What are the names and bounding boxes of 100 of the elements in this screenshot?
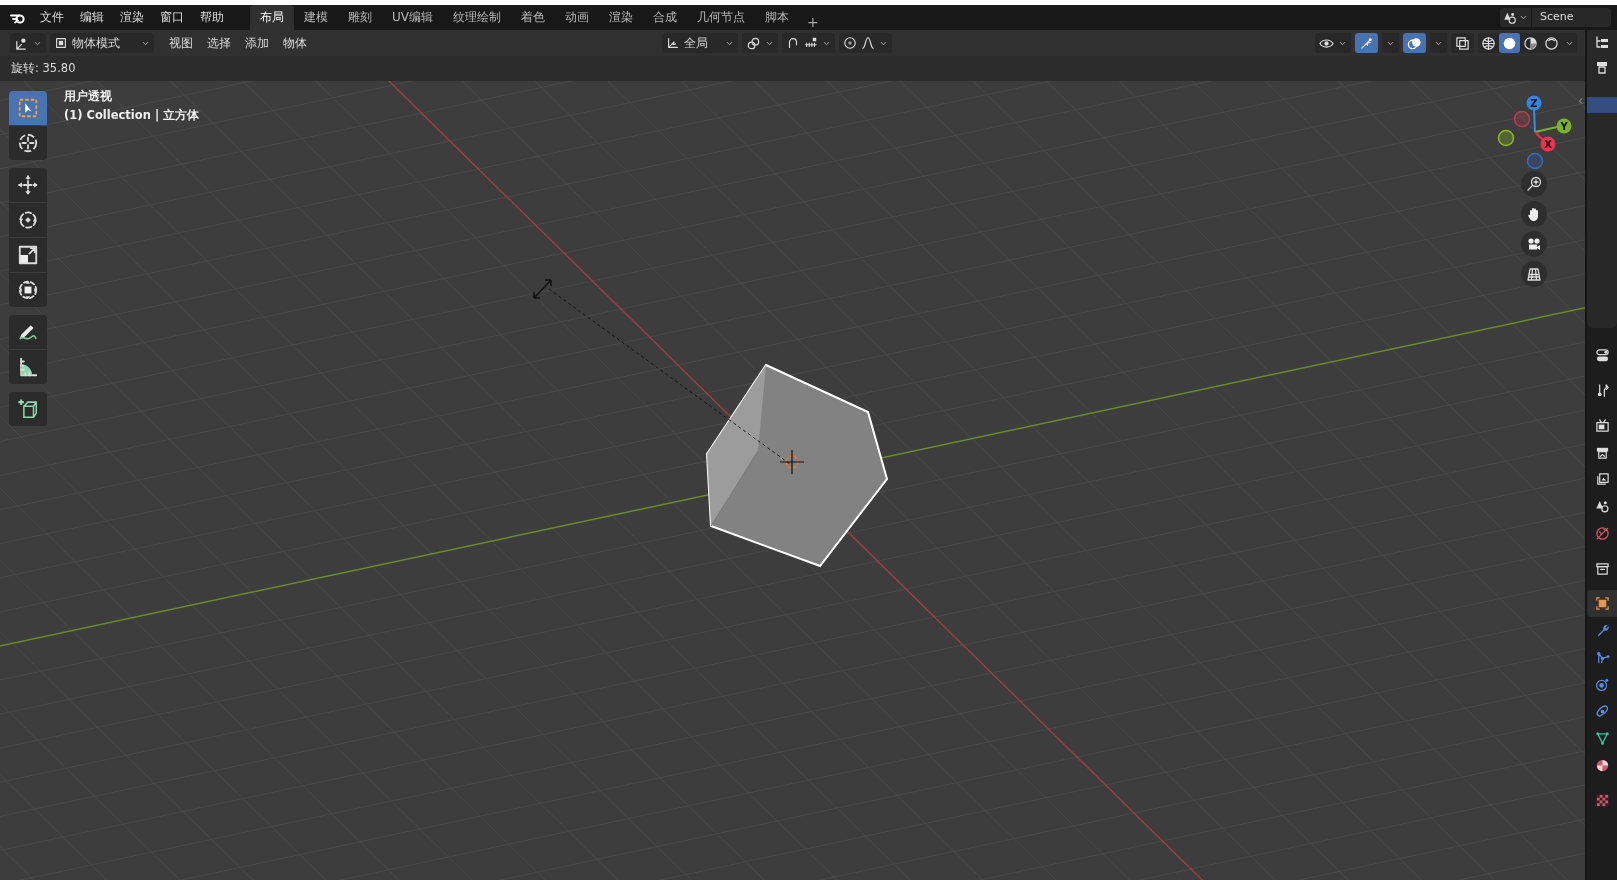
last-operator-panel[interactable]: 旋转: 35.80 xyxy=(0,56,1585,81)
properties-tab[interactable] xyxy=(1587,590,1617,617)
workspace-tab[interactable]: 动画 xyxy=(555,5,599,30)
rendered-shading-icon xyxy=(1544,35,1559,51)
orientation-axes-icon xyxy=(666,36,680,50)
scene-selector-button[interactable] xyxy=(1500,8,1531,27)
tool-button[interactable] xyxy=(9,315,47,349)
camera-view-button[interactable] xyxy=(1521,231,1547,257)
tool-button[interactable] xyxy=(9,168,47,202)
menu-item[interactable]: 选择 xyxy=(200,34,238,52)
cube-mesh[interactable] xyxy=(706,363,889,568)
zoom-button[interactable] xyxy=(1521,171,1547,197)
snap-increment-icon xyxy=(804,36,818,50)
perspective-grid-icon xyxy=(1526,266,1542,282)
workspace-tab[interactable]: UV编辑 xyxy=(382,5,443,30)
view-name-label: 用户透视 xyxy=(64,89,113,104)
workspace-tab[interactable]: 建模 xyxy=(294,5,338,30)
negative-y-axis-handle[interactable] xyxy=(1497,129,1515,147)
transform-icon xyxy=(17,279,39,301)
rotate-icon xyxy=(17,209,39,231)
menu-item[interactable]: 文件 xyxy=(32,9,72,26)
image-stack-icon xyxy=(1594,472,1610,487)
tool-button[interactable] xyxy=(9,273,47,307)
ruler-angle-icon xyxy=(17,356,39,378)
menu-item[interactable]: 帮助 xyxy=(192,9,232,26)
overlay-icon xyxy=(1407,35,1422,51)
workspace-tab[interactable]: 渲染 xyxy=(599,5,643,30)
object-info-label: (1) Collection | 立方体 xyxy=(64,108,200,123)
pivot-point-button[interactable] xyxy=(742,33,778,53)
caret-icon xyxy=(1519,13,1528,22)
move-icon xyxy=(17,174,39,196)
scene-name-field[interactable]: Scene xyxy=(1531,8,1611,27)
negative-z-axis-handle[interactable] xyxy=(1526,152,1544,170)
object-mode-icon xyxy=(54,36,68,50)
solid-shading-icon xyxy=(1502,35,1517,51)
orthographic-toggle-button[interactable] xyxy=(1521,261,1547,287)
overlay-toggle[interactable] xyxy=(1403,33,1426,53)
magnet-icon xyxy=(786,36,800,50)
triangle-vertices-icon xyxy=(1594,731,1610,746)
object-origin-icon xyxy=(779,449,805,475)
workspace-tab[interactable]: 脚本 xyxy=(755,5,799,30)
add-cube-icon xyxy=(17,398,39,420)
scene-icon xyxy=(1503,10,1517,25)
proportional-editing-button[interactable] xyxy=(839,33,892,53)
xray-toggle[interactable] xyxy=(1451,33,1474,53)
toggle-switch-icon xyxy=(1594,348,1610,363)
particle-nodes-icon xyxy=(1594,650,1610,665)
workspace-tab[interactable]: 布局 xyxy=(250,5,294,30)
select-box-icon xyxy=(17,97,39,119)
xray-icon xyxy=(1455,35,1470,51)
wireframe-shading-icon xyxy=(1481,35,1496,51)
menu-item[interactable]: 编辑 xyxy=(72,9,112,26)
outliner-icon[interactable] xyxy=(1594,35,1610,51)
object-square-icon xyxy=(1594,596,1610,611)
mode-dropdown[interactable]: 物体模式 xyxy=(50,33,154,53)
visibility-button[interactable] xyxy=(1315,33,1351,53)
tool-button[interactable] xyxy=(9,238,47,272)
material-shading-icon xyxy=(1523,35,1538,51)
menu-item[interactable]: 添加 xyxy=(238,34,276,52)
cursor-icon xyxy=(17,132,39,154)
scene-icon xyxy=(1594,499,1610,514)
menu-item[interactable]: 视图 xyxy=(162,34,200,52)
menu-item[interactable]: 渲染 xyxy=(112,9,152,26)
double-arrow-cursor-icon xyxy=(533,279,552,299)
printer-icon xyxy=(1594,445,1610,460)
workspace-tab[interactable]: 合成 xyxy=(643,5,687,30)
pan-button[interactable] xyxy=(1521,201,1547,227)
gizmo-toggle[interactable] xyxy=(1355,33,1378,53)
tool-button[interactable] xyxy=(9,392,47,426)
archive-box-icon xyxy=(1594,561,1610,576)
menu-item[interactable]: 物体 xyxy=(276,34,314,52)
tool-button[interactable] xyxy=(9,126,47,160)
pivot-icon xyxy=(746,35,761,51)
workspace-tab[interactable]: 雕刻 xyxy=(338,5,382,30)
y-axis-handle[interactable]: Y xyxy=(1534,118,1572,134)
material-sphere-icon xyxy=(1594,758,1610,773)
render-camera-icon xyxy=(1594,418,1610,433)
chain-link-icon xyxy=(1594,704,1610,719)
workspace-tab[interactable]: 几何节点 xyxy=(687,5,755,30)
scale-icon xyxy=(17,244,39,266)
editor-type-button[interactable] xyxy=(10,33,46,53)
globe-icon xyxy=(1594,526,1610,541)
orientation-dropdown[interactable]: 全局 xyxy=(662,33,738,53)
proportional-icon xyxy=(843,36,857,50)
workspace-tab[interactable]: 纹理绘制 xyxy=(443,5,511,30)
snap-button[interactable] xyxy=(782,33,835,53)
workspace-tab[interactable]: 着色 xyxy=(511,5,555,30)
orbit-icon xyxy=(1594,677,1610,692)
menu-item[interactable]: 窗口 xyxy=(152,9,192,26)
negative-x-axis-handle[interactable] xyxy=(1513,110,1531,128)
tool-button[interactable] xyxy=(9,203,47,237)
shading-mode-button[interactable] xyxy=(1499,33,1520,53)
movie-camera-icon xyxy=(1526,236,1542,252)
z-axis-handle[interactable]: Z xyxy=(1526,95,1542,133)
tool-button[interactable] xyxy=(9,350,47,384)
filter-box-icon[interactable] xyxy=(1594,59,1610,75)
add-workspace-button[interactable]: + xyxy=(799,14,827,30)
zoom-icon xyxy=(1526,176,1542,192)
gizmo-icon xyxy=(1359,35,1374,51)
checker-texture-icon xyxy=(1594,793,1610,808)
